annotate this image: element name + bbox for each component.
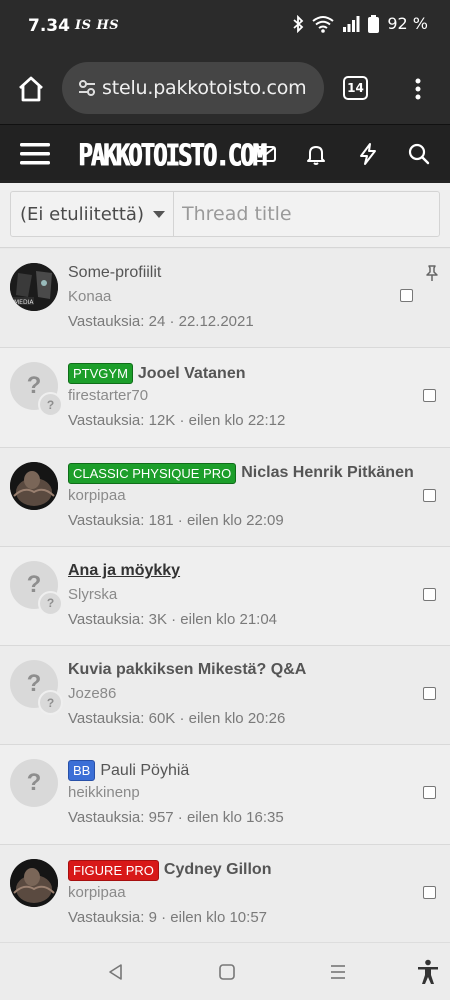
thread-title-text[interactable]: Jooel Vatanen bbox=[138, 365, 246, 383]
thread-title[interactable]: Some-profiilit bbox=[68, 264, 161, 282]
site-logo[interactable]: PAKKOTOISTO.COM bbox=[78, 138, 267, 173]
prefix-dropdown[interactable]: (Ei etuliitettä) bbox=[11, 192, 174, 236]
hamburger-menu-icon[interactable] bbox=[20, 141, 50, 167]
thread-author[interactable]: Konaa bbox=[68, 288, 111, 305]
thread-select-checkbox[interactable] bbox=[423, 389, 436, 403]
back-icon[interactable] bbox=[105, 961, 127, 983]
thread-prefix-label[interactable]: PTVGYM bbox=[68, 363, 133, 385]
bolt-icon[interactable] bbox=[356, 142, 380, 166]
thread-row[interactable]: FIGURE PRO Cydney Gillon korpipaa Vastau… bbox=[0, 844, 450, 945]
thread-title-text[interactable]: Niclas Henrik Pitkänen bbox=[241, 464, 414, 482]
thread-title-input[interactable] bbox=[174, 192, 439, 236]
thread-row[interactable]: ? BB Pauli Pöyhiä heikkinenp Vastauksia:… bbox=[0, 745, 450, 845]
thread-list: MEDIA Some-profiilit Konaa Vastauksia: 2… bbox=[0, 249, 450, 945]
thread-row[interactable]: MEDIA Some-profiilit Konaa Vastauksia: 2… bbox=[0, 249, 450, 349]
last-poster-avatar[interactable]: ? bbox=[38, 392, 63, 418]
url-text: stelu.pakkotoisto.com bbox=[102, 77, 307, 99]
site-header: PAKKOTOISTO.COM bbox=[0, 124, 450, 183]
prefix-dropdown-value: (Ei etuliitettä) bbox=[20, 203, 144, 225]
thread-author[interactable]: Joze86 bbox=[68, 685, 116, 702]
avatar-image: MEDIA bbox=[10, 263, 58, 311]
thread-prefix-label[interactable]: CLASSIC PHYSIQUE PRO bbox=[68, 462, 237, 484]
status-bar: 7.34 IS HS 92 % bbox=[0, 0, 450, 52]
thread-row[interactable]: ? ? Ana ja möykky Slyrska Vastauksia: 3K… bbox=[0, 546, 450, 647]
thread-title-text[interactable]: Cydney Gillon bbox=[164, 861, 272, 879]
accessibility-icon[interactable] bbox=[416, 959, 440, 985]
thread-select-checkbox[interactable] bbox=[400, 289, 413, 302]
envelope-icon[interactable] bbox=[253, 142, 277, 166]
search-icon[interactable] bbox=[407, 142, 431, 166]
thread-author[interactable]: heikkinenp bbox=[68, 784, 140, 801]
thread-select-checkbox[interactable] bbox=[423, 885, 436, 899]
address-bar[interactable]: stelu.pakkotoisto.com bbox=[62, 62, 324, 114]
thread-author[interactable]: firestarter70 bbox=[68, 387, 148, 404]
thread-meta: Vastauksia: 12K · eilen klo 22:12 bbox=[68, 412, 286, 430]
avatar[interactable]: MEDIA bbox=[10, 263, 58, 311]
thread-author[interactable]: korpipaa bbox=[68, 487, 126, 504]
status-time: 7.34 bbox=[28, 16, 70, 36]
last-poster-avatar[interactable]: ? bbox=[38, 590, 63, 616]
avatar-image bbox=[10, 858, 58, 907]
wifi-icon bbox=[312, 15, 334, 33]
avatar[interactable] bbox=[10, 461, 58, 510]
thread-meta: Vastauksia: 60K · eilen klo 20:26 bbox=[68, 710, 286, 728]
avatar[interactable] bbox=[10, 858, 58, 907]
battery-icon bbox=[368, 14, 380, 33]
bell-icon[interactable] bbox=[304, 142, 328, 166]
home-icon[interactable] bbox=[16, 74, 46, 104]
thread-meta: Vastauksia: 24 · 22.12.2021 bbox=[68, 313, 254, 330]
thread-title[interactable]: BB Pauli Pöyhiä bbox=[68, 760, 189, 782]
status-right: 92 % bbox=[292, 14, 428, 33]
thread-select-checkbox[interactable] bbox=[423, 488, 436, 502]
svg-text:MEDIA: MEDIA bbox=[14, 299, 34, 306]
chevron-down-icon bbox=[152, 210, 165, 218]
battery-level: 92 % bbox=[387, 14, 428, 33]
thread-filter-bar: (Ei etuliitettä) bbox=[0, 183, 450, 248]
avatar-image bbox=[10, 461, 58, 510]
thread-select-checkbox[interactable] bbox=[423, 587, 436, 601]
thread-row[interactable]: ? ? PTVGYM Jooel Vatanen firestarter70 V… bbox=[0, 348, 450, 448]
signal-icon bbox=[342, 15, 360, 32]
thread-title[interactable]: Ana ja möykky bbox=[68, 562, 180, 580]
notification-icons: IS HS bbox=[75, 18, 120, 33]
thread-meta: Vastauksia: 3K · eilen klo 21:04 bbox=[68, 610, 278, 628]
site-settings-icon[interactable] bbox=[76, 77, 98, 99]
recents-icon[interactable] bbox=[327, 961, 349, 983]
thread-title-text[interactable]: Some-profiilit bbox=[68, 264, 161, 282]
thread-meta: Vastauksia: 181 · eilen klo 22:09 bbox=[68, 511, 284, 529]
thread-title-text[interactable]: Ana ja möykky bbox=[68, 562, 180, 580]
thread-select-checkbox[interactable] bbox=[423, 687, 436, 701]
thread-title[interactable]: PTVGYM Jooel Vatanen bbox=[68, 363, 246, 385]
thread-meta: Vastauksia: 957 · eilen klo 16:35 bbox=[68, 809, 284, 827]
thread-row[interactable]: ? ? Kuvia pakkiksen Mikestä? Q&A Joze86 … bbox=[0, 646, 450, 746]
more-options-icon[interactable] bbox=[408, 74, 428, 104]
thread-filter-box: (Ei etuliitettä) bbox=[10, 191, 440, 237]
thread-prefix-label[interactable]: FIGURE PRO bbox=[68, 859, 159, 881]
thread-select-checkbox[interactable] bbox=[423, 786, 436, 800]
thread-row[interactable]: CLASSIC PHYSIQUE PRO Niclas Henrik Pitkä… bbox=[0, 447, 450, 547]
system-nav-bar bbox=[0, 942, 450, 1000]
thread-author[interactable]: korpipaa bbox=[68, 884, 126, 901]
thread-title-text[interactable]: Kuvia pakkiksen Mikestä? Q&A bbox=[68, 661, 306, 679]
thread-author[interactable]: Slyrska bbox=[68, 586, 117, 603]
thread-title[interactable]: Kuvia pakkiksen Mikestä? Q&A bbox=[68, 661, 306, 679]
tab-switcher-button[interactable]: 14 bbox=[343, 76, 368, 100]
browser-toolbar: stelu.pakkotoisto.com 14 bbox=[0, 52, 450, 124]
thread-prefix-label[interactable]: BB bbox=[68, 760, 96, 782]
thread-title-text[interactable]: Pauli Pöyhiä bbox=[100, 762, 189, 780]
bluetooth-icon bbox=[292, 14, 304, 33]
pin-icon bbox=[426, 265, 438, 281]
thread-title[interactable]: CLASSIC PHYSIQUE PRO Niclas Henrik Pitkä… bbox=[68, 462, 414, 484]
thread-title[interactable]: FIGURE PRO Cydney Gillon bbox=[68, 859, 272, 881]
last-poster-avatar[interactable]: ? bbox=[38, 690, 63, 716]
home-nav-icon[interactable] bbox=[216, 961, 238, 983]
avatar[interactable]: ? bbox=[10, 759, 58, 808]
thread-meta: Vastauksia: 9 · eilen klo 10:57 bbox=[68, 908, 268, 926]
